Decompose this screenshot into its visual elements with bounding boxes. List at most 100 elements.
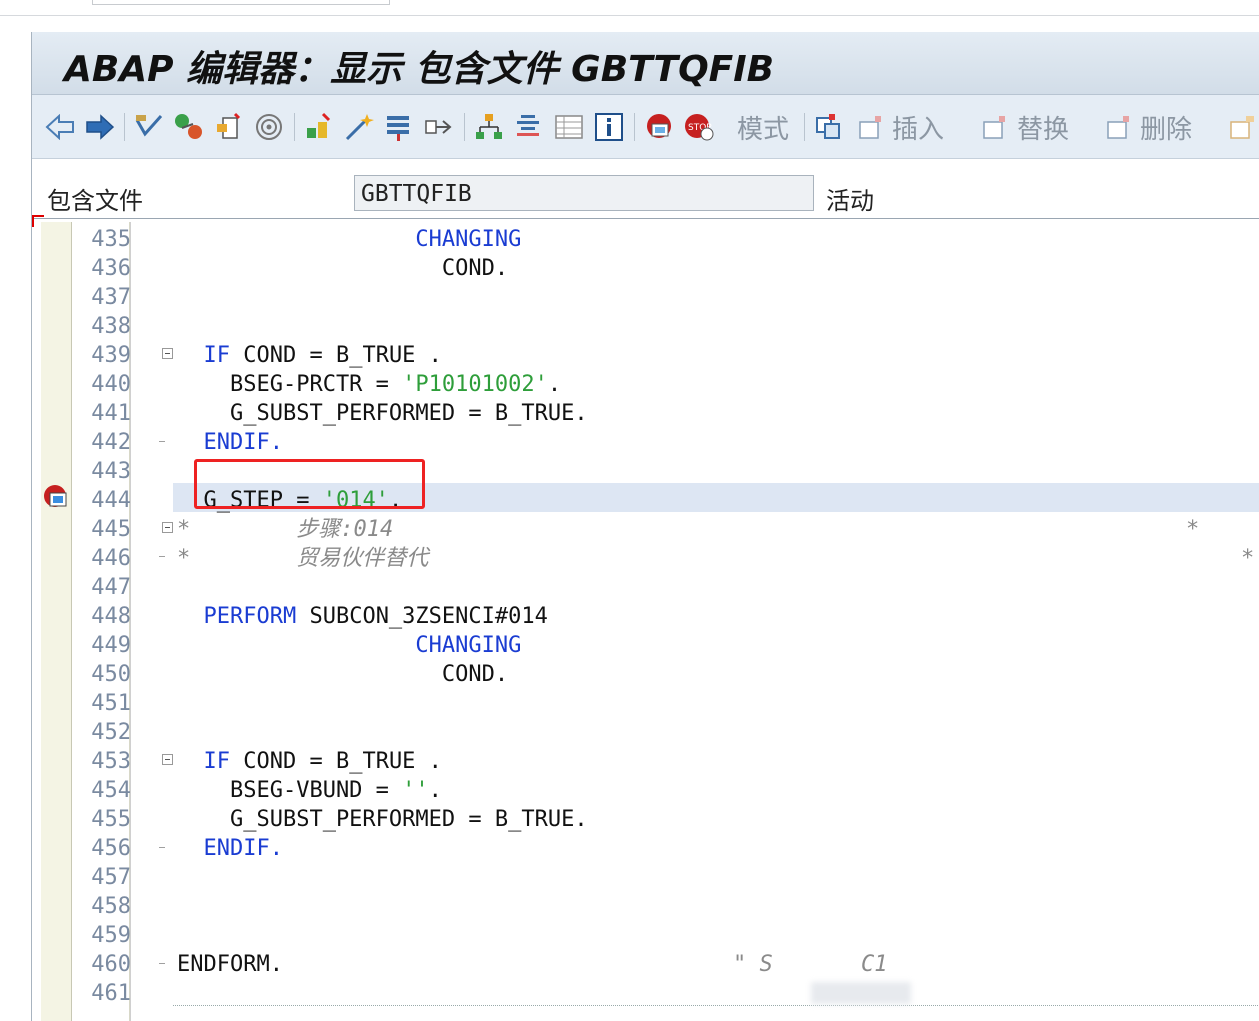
endform-separator — [173, 1005, 1259, 1006]
status-text: 活动 — [826, 187, 874, 215]
copy-object-icon[interactable] — [212, 109, 246, 145]
fold-end-tick — [159, 441, 165, 442]
code-line[interactable]: ENDIF. — [177, 834, 283, 863]
replace-button[interactable]: 替换 — [1017, 109, 1069, 146]
delete-button[interactable]: 删除 — [1140, 109, 1192, 146]
code-editor[interactable]: 435 CHANGING 436 COND. 437 438 439 IF COND =… — [41, 222, 1259, 1021]
insert-icon[interactable] — [856, 109, 886, 145]
include-name-field[interactable]: GBTTQFIB — [354, 175, 814, 211]
line-number: 457 — [91, 865, 131, 890]
code-line[interactable]: COND. — [177, 660, 508, 689]
check-syntax-icon[interactable] — [302, 109, 336, 145]
code-line[interactable]: * 步骤:014 — [177, 515, 393, 544]
active-inactive-icon[interactable] — [172, 109, 206, 145]
mode-button[interactable]: 模式 — [737, 109, 789, 146]
display-change-icon[interactable] — [132, 109, 166, 145]
code-line[interactable]: COND. — [177, 254, 508, 283]
endform-comment-tail: C1 — [861, 952, 888, 977]
line-number: 451 — [91, 691, 131, 716]
code-line[interactable]: PERFORM SUBCON_3ZSENCI#014 — [177, 602, 548, 631]
code-line[interactable]: CHANGING — [177, 631, 521, 660]
line-number: 458 — [91, 894, 131, 919]
fold-toggle-icon[interactable] — [162, 348, 173, 359]
line-number: 450 — [91, 662, 131, 687]
redacted-text — [811, 982, 911, 1004]
comment-end-marker: * — [1186, 517, 1200, 542]
delete-icon[interactable] — [1104, 109, 1134, 145]
toolbar-separator — [464, 113, 465, 141]
pattern-icon[interactable] — [812, 109, 848, 145]
object-list-icon[interactable] — [512, 109, 546, 145]
line-number: 449 — [91, 633, 131, 658]
code-line[interactable]: IF COND = B_TRUE . — [177, 341, 442, 370]
line-number: 435 — [91, 227, 131, 252]
line-number: 459 — [91, 923, 131, 948]
toolbar-separator — [124, 113, 125, 141]
code-line[interactable]: * 贸易伙伴替代 — [177, 544, 428, 573]
endform-comment: " S — [733, 952, 773, 977]
line-number: 460 — [91, 952, 131, 977]
toolbar-separator — [634, 113, 635, 141]
include-label: 包含文件 — [47, 187, 143, 215]
code-line[interactable]: BSEG-VBUND = ''. — [177, 776, 442, 805]
line-number: 439 — [91, 343, 131, 368]
include-header: 包含文件 GBTTQFIB 活动 — [32, 159, 1259, 219]
fold-toggle-icon[interactable] — [162, 754, 173, 765]
header-divider — [32, 218, 1259, 219]
code-line[interactable]: G_SUBST_PERFORMED = B_TRUE. — [177, 399, 588, 428]
toolbar-separator — [294, 113, 295, 141]
replace-icon[interactable] — [980, 109, 1010, 145]
line-number: 441 — [91, 401, 131, 426]
title-bar: ABAP 编辑器：显示 包含文件 GBTTQFIB — [32, 32, 1259, 95]
breakpoint-icon[interactable] — [642, 109, 676, 145]
line-number: 437 — [91, 285, 131, 310]
code-line[interactable]: CHANGING — [177, 225, 521, 254]
annotation-box — [194, 459, 425, 509]
application-toolbar: STOP 模式 插入 替换 删除 — [32, 95, 1259, 159]
code-line[interactable]: ENDFORM. — [177, 950, 283, 979]
stop-debug-icon[interactable]: STOP — [682, 109, 716, 145]
magic-wand-icon[interactable] — [342, 109, 376, 145]
navigate-arrow-icon[interactable] — [422, 109, 456, 145]
line-number: 453 — [91, 749, 131, 774]
line-number: 452 — [91, 720, 131, 745]
fold-rail — [130, 222, 131, 1021]
toolbar-separator — [804, 113, 805, 141]
line-number: 456 — [91, 836, 131, 861]
session-breakpoint-icon[interactable] — [43, 484, 69, 510]
pretty-printer-icon[interactable] — [382, 109, 416, 145]
line-number: 448 — [91, 604, 131, 629]
line-number: 438 — [91, 314, 131, 339]
line-number: 461 — [91, 981, 131, 1006]
code-line[interactable]: ENDIF. — [177, 428, 283, 457]
info-icon[interactable] — [592, 109, 626, 145]
line-number: 440 — [91, 372, 131, 397]
where-used-icon[interactable] — [252, 109, 286, 145]
line-number: 442 — [91, 430, 131, 455]
hierarchy-icon[interactable] — [472, 109, 506, 145]
fold-end-tick — [159, 847, 165, 848]
breakpoint-gutter[interactable] — [41, 222, 72, 1021]
top-strip — [0, 0, 1259, 16]
code-line[interactable]: G_SUBST_PERFORMED = B_TRUE. — [177, 805, 588, 834]
comment-end-marker: * — [1241, 546, 1255, 571]
line-number: 444 — [91, 488, 131, 513]
line-number: 454 — [91, 778, 131, 803]
forward-arrow-icon[interactable] — [84, 109, 116, 145]
more-icon[interactable] — [1228, 109, 1259, 145]
fold-end-tick — [159, 556, 165, 557]
line-number: 445 — [91, 517, 131, 542]
code-line[interactable]: IF COND = B_TRUE . — [177, 747, 442, 776]
line-number: 436 — [91, 256, 131, 281]
insert-button[interactable]: 插入 — [892, 109, 944, 146]
table-view-icon[interactable] — [552, 109, 586, 145]
code-line[interactable]: BSEG-PRCTR = 'P10101002'. — [177, 370, 561, 399]
fold-end-tick — [159, 963, 165, 964]
fold-toggle-icon[interactable] — [162, 522, 173, 533]
window-title: ABAP 编辑器：显示 包含文件 GBTTQFIB — [64, 49, 775, 90]
top-field[interactable] — [92, 0, 390, 5]
line-number: 447 — [91, 575, 131, 600]
abap-editor-window: ABAP 编辑器：显示 包含文件 GBTTQFIB STOP 模式 插入 替换 … — [31, 32, 1259, 1021]
back-arrow-icon[interactable] — [44, 109, 76, 145]
line-number: 455 — [91, 807, 131, 832]
